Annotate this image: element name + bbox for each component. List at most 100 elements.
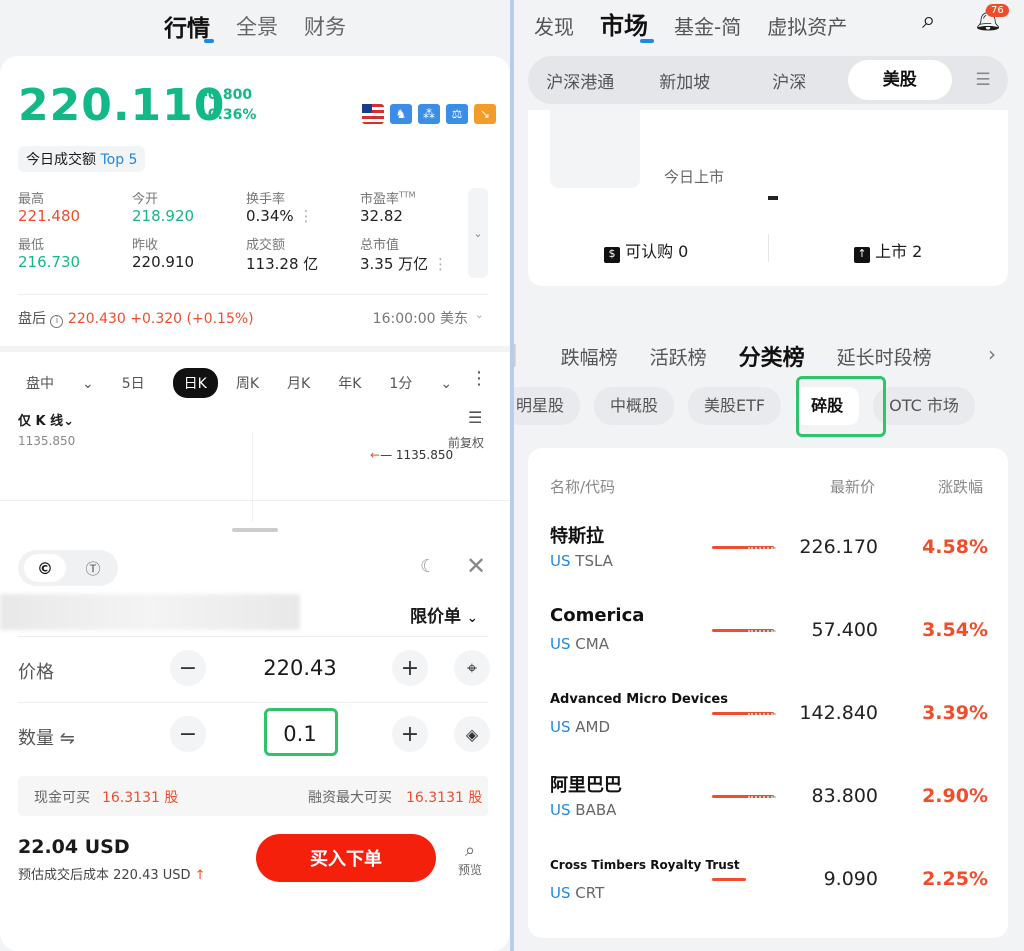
preview-icon: ⌕ bbox=[464, 840, 476, 861]
right-panel-market: 发现 市场 基金-简 虚拟资产 ⌕ 🔔︎ 76 沪深港通 新加坡 沪深 美股 ☰… bbox=[514, 0, 1024, 951]
price-minus-button[interactable]: − bbox=[170, 650, 206, 686]
trend-down-icon[interactable]: ↘ bbox=[474, 104, 496, 124]
sparkline bbox=[712, 878, 746, 881]
stat-label: 换手率 bbox=[246, 192, 286, 207]
stock-name: Comerica bbox=[550, 605, 645, 626]
price-input[interactable]: 220.43 bbox=[230, 656, 370, 680]
preview-button[interactable]: ⌕ 预览 bbox=[458, 840, 482, 878]
menu-icon[interactable]: ☰ bbox=[958, 70, 1008, 90]
network-icon[interactable]: ⁂ bbox=[418, 104, 440, 124]
after-hours-row[interactable]: 盘后 i 220.430 +0.320 (+0.15%) 16:00:00 美东… bbox=[18, 308, 488, 328]
tab-active[interactable]: 活跃榜 bbox=[650, 343, 707, 370]
sheet-handle[interactable] bbox=[232, 528, 278, 532]
table-row[interactable]: Advanced Micro Devices US AMD 142.840 3.… bbox=[528, 674, 1008, 754]
seg-hk-connect[interactable]: 沪深港通 bbox=[528, 68, 633, 93]
price-plus-button[interactable]: + bbox=[392, 650, 428, 686]
chip-china-concept[interactable]: 中概股 bbox=[594, 387, 675, 425]
table-row[interactable]: Comerica US CMA 57.400 3.54% bbox=[528, 591, 1008, 671]
stock-code: US AMD bbox=[550, 718, 611, 736]
tab-losers[interactable]: 跌幅榜 bbox=[561, 343, 618, 370]
us-flag-icon[interactable] bbox=[362, 104, 384, 124]
period-weekly[interactable]: 周K bbox=[236, 373, 259, 393]
tab-extended-hours[interactable]: 延长时段榜 bbox=[837, 343, 932, 370]
stock-price: 142.840 bbox=[799, 702, 878, 724]
mini-dash bbox=[768, 196, 778, 200]
close-icon[interactable]: ✕ bbox=[466, 552, 486, 580]
seg-us[interactable]: 美股 bbox=[847, 60, 952, 100]
chip-otc[interactable]: OTC 市场 bbox=[873, 387, 975, 425]
adjust-label[interactable]: 前复权 bbox=[448, 434, 484, 451]
stock-price: 9.090 bbox=[823, 868, 878, 890]
scale-icon[interactable]: ⚖ bbox=[446, 104, 468, 124]
table-row[interactable]: 特斯拉 US TSLA 226.170 4.58% bbox=[528, 508, 1008, 588]
kline-marker: ←— 1135.850 bbox=[370, 448, 454, 462]
period-monthly[interactable]: 月K bbox=[287, 373, 310, 393]
tab-finance[interactable]: 财务 bbox=[304, 11, 346, 41]
stock-code: US CMA bbox=[550, 635, 609, 653]
market-segments: 沪深港通 新加坡 沪深 美股 ☰ bbox=[528, 56, 1008, 104]
subscribe-button[interactable]: $ 可认购 0 bbox=[604, 238, 688, 263]
chevron-right-icon[interactable]: › bbox=[988, 342, 996, 366]
nav-discover[interactable]: 发现 bbox=[534, 11, 574, 40]
seg-singapore[interactable]: 新加坡 bbox=[633, 68, 738, 93]
stat-value: 220.910 bbox=[132, 253, 195, 271]
info-icon: i bbox=[50, 315, 64, 328]
layers-icon[interactable]: ◈ bbox=[454, 716, 490, 752]
volume-top-badge[interactable]: 今日成交额 Top 5 bbox=[18, 146, 146, 172]
chevron-down-icon: ⌄ bbox=[466, 611, 478, 626]
margin-buy-value: 16.3131 股 bbox=[406, 790, 483, 806]
buy-order-button[interactable]: 买入下单 bbox=[256, 834, 436, 882]
trade-mode-icon[interactable]: Ⓣ bbox=[76, 554, 110, 582]
category-chips: 明星股 中概股 美股ETF 碎股 OTC 市场 bbox=[514, 387, 975, 425]
after-hours-time: 16:00:00 美东 bbox=[372, 311, 468, 327]
notification-badge: 76 bbox=[986, 4, 1009, 17]
period-daily[interactable]: 日K bbox=[172, 368, 218, 398]
period-yearly[interactable]: 年K bbox=[338, 373, 361, 393]
header-price[interactable]: 最新价 bbox=[830, 476, 875, 497]
stock-change: 4.58% bbox=[922, 536, 988, 558]
stock-code: US CRT bbox=[550, 884, 605, 902]
search-icon[interactable]: ⌕ bbox=[922, 6, 935, 34]
stock-price: 57.400 bbox=[811, 619, 878, 641]
order-type-select[interactable]: 限价单 ⌄ bbox=[410, 602, 478, 627]
price-change-pct: -0.36% bbox=[202, 107, 257, 123]
stat-value: 216.730 bbox=[18, 253, 81, 271]
kline-only-toggle[interactable]: 仅 K 线⌄ bbox=[18, 410, 74, 429]
header-pct[interactable]: 涨跌幅 bbox=[938, 476, 983, 497]
tab-overview[interactable]: 全景 bbox=[236, 11, 278, 41]
cash-mode-icon[interactable]: © bbox=[24, 554, 66, 582]
period-5d[interactable]: 5日 bbox=[122, 373, 145, 393]
stat-label: 总市值 bbox=[360, 238, 400, 253]
nav-virtual-assets[interactable]: 虚拟资产 bbox=[767, 11, 847, 40]
stat-value: 0.34% ⋮ bbox=[246, 207, 314, 225]
more-icon[interactable]: ⋮ bbox=[470, 368, 488, 389]
table-row[interactable]: Cross Timbers Royalty Trust US CRT 9.090… bbox=[528, 840, 1008, 920]
stock-change: 2.25% bbox=[922, 868, 988, 890]
est-cost: 预估成交后成本 220.43 USD ↑ bbox=[18, 868, 206, 883]
qty-minus-button[interactable]: − bbox=[170, 716, 206, 752]
order-sheet: © Ⓣ ☾ ✕ 限价单 ⌄ 价格 − 220.43 + ⌖ 数量 ⇋ − 0.1… bbox=[0, 522, 510, 951]
listed-button[interactable]: ↑ 上市 2 bbox=[854, 238, 922, 263]
person-icon[interactable]: ♞ bbox=[390, 104, 412, 124]
tab-category[interactable]: 分类榜 bbox=[739, 340, 805, 372]
chip-us-etf[interactable]: 美股ETF bbox=[688, 387, 782, 425]
stat-value: 221.480 bbox=[18, 207, 81, 225]
sparkline-tail bbox=[748, 547, 776, 549]
settings-lines-icon[interactable]: ☰ bbox=[468, 408, 482, 427]
night-mode-icon[interactable]: ☾ bbox=[420, 556, 436, 577]
nav-fund[interactable]: 基金-简 bbox=[674, 11, 741, 40]
stats-expand-button[interactable]: ⌄ bbox=[468, 188, 488, 278]
chip-star[interactable]: 明星股 bbox=[514, 387, 581, 425]
tab-quote[interactable]: 行情 bbox=[164, 9, 214, 43]
seg-a-share[interactable]: 沪深 bbox=[737, 68, 842, 93]
table-row[interactable]: 阿里巴巴 US BABA 83.800 2.90% bbox=[528, 757, 1008, 837]
nav-market[interactable]: 市场 bbox=[600, 6, 654, 43]
stock-code: US BABA bbox=[550, 801, 617, 819]
kline-card: 盘中 ⌄ 5日 日K 周K 月K 年K 1分 ⌄ ⋮ 仅 K 线⌄ ☰ 1135.8… bbox=[0, 352, 510, 542]
volume-top-label: 今日成交额 bbox=[26, 152, 96, 168]
target-icon[interactable]: ⌖ bbox=[454, 650, 490, 686]
swap-icon[interactable]: ⇋ bbox=[60, 728, 75, 749]
period-intraday[interactable]: 盘中 ⌄ bbox=[26, 373, 94, 393]
qty-plus-button[interactable]: + bbox=[392, 716, 428, 752]
period-1min[interactable]: 1分 ⌄ bbox=[389, 373, 452, 393]
